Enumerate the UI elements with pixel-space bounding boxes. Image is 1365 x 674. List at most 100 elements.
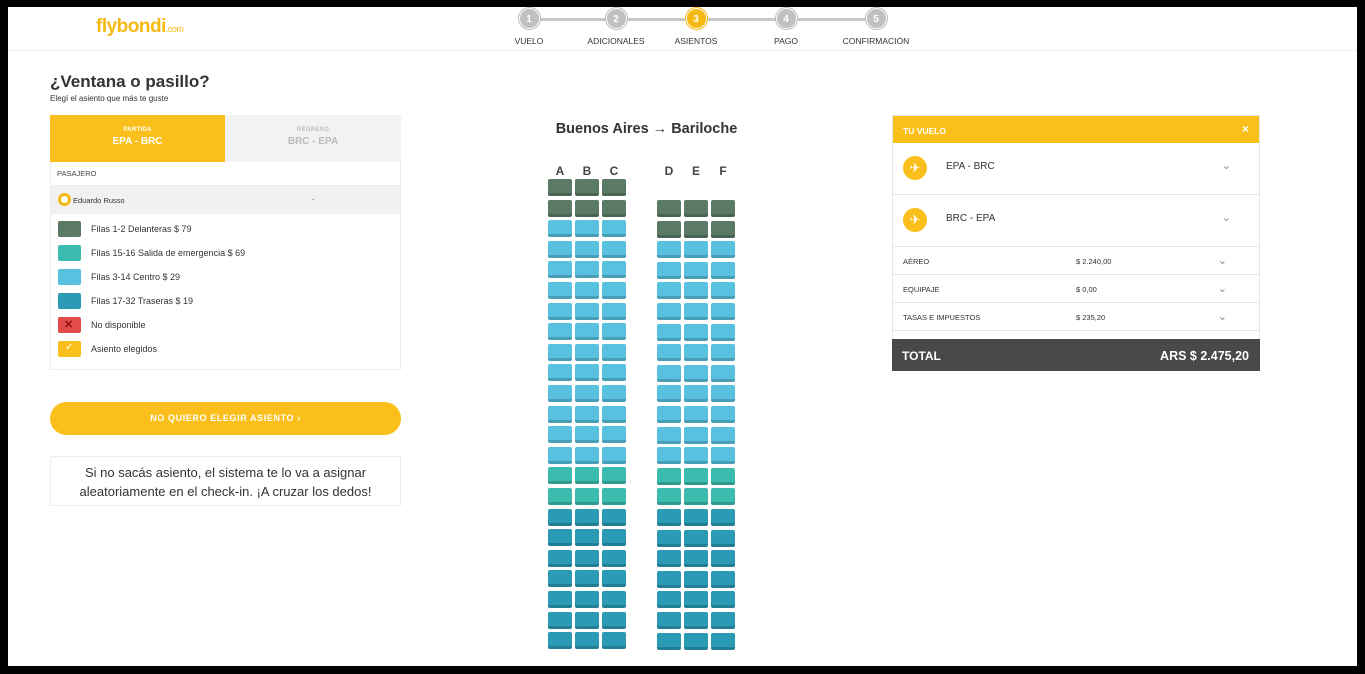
flight-leg[interactable]: ✈ EPA - BRC ⌄	[893, 143, 1259, 195]
seat-center[interactable]	[657, 282, 681, 300]
seat-rear[interactable]	[548, 549, 572, 567]
seat-center[interactable]	[548, 446, 572, 464]
seat-center[interactable]	[657, 303, 681, 320]
seat-center[interactable]	[711, 406, 735, 423]
seat-center[interactable]	[711, 344, 735, 362]
seat-rear[interactable]	[657, 550, 681, 568]
seat-center[interactable]	[575, 405, 599, 423]
seat-center[interactable]	[575, 446, 599, 464]
seat-exit[interactable]	[684, 467, 708, 485]
passenger-radio[interactable]	[58, 193, 71, 206]
seat-center[interactable]	[575, 282, 599, 299]
seat-center[interactable]	[548, 385, 572, 402]
seat-front[interactable]	[602, 199, 626, 217]
seat-center[interactable]	[575, 261, 599, 279]
seat-center[interactable]	[657, 344, 681, 362]
seat-center[interactable]	[548, 426, 572, 444]
seat-center[interactable]	[684, 261, 708, 279]
seat-rear[interactable]	[575, 508, 599, 526]
seat-center[interactable]	[602, 405, 626, 423]
seat-rear[interactable]	[575, 632, 599, 650]
seat-rear[interactable]	[602, 549, 626, 567]
seat-rear[interactable]	[548, 570, 572, 588]
seat-center[interactable]	[657, 323, 681, 341]
cost-row[interactable]: AÉREO $ 2.240,00 ⌄	[893, 247, 1259, 275]
seat-rear[interactable]	[602, 570, 626, 588]
seat-center[interactable]	[548, 282, 572, 299]
seat-center[interactable]	[548, 364, 572, 382]
seat-center[interactable]	[711, 303, 735, 320]
seat-rear[interactable]	[711, 632, 735, 650]
step-2[interactable]: 2 ADICIONALES	[576, 8, 656, 46]
seat-exit[interactable]	[602, 488, 626, 505]
seat-center[interactable]	[575, 426, 599, 444]
seat-center[interactable]	[548, 240, 572, 258]
seat-front[interactable]	[602, 179, 626, 196]
seat-exit[interactable]	[575, 488, 599, 505]
seat-center[interactable]	[657, 447, 681, 465]
chevron-down-icon[interactable]: ⌄	[1218, 310, 1227, 323]
close-icon[interactable]: ×	[1242, 122, 1249, 136]
seat-center[interactable]	[711, 447, 735, 465]
seat-rear[interactable]	[548, 508, 572, 526]
chevron-down-icon[interactable]: ⌄	[1222, 211, 1231, 224]
seat-rear[interactable]	[684, 612, 708, 629]
seat-center[interactable]	[575, 385, 599, 402]
seat-rear[interactable]	[657, 632, 681, 650]
seat-rear[interactable]	[575, 591, 599, 608]
seat-exit[interactable]	[711, 488, 735, 506]
seat-exit[interactable]	[684, 488, 708, 506]
seat-exit[interactable]	[548, 467, 572, 485]
seat-center[interactable]	[684, 426, 708, 444]
no-seat-button[interactable]: NO QUIERO ELEGIR ASIENTO ›	[50, 402, 401, 435]
seat-center[interactable]	[602, 385, 626, 402]
seat-rear[interactable]	[575, 611, 599, 629]
seat-rear[interactable]	[711, 612, 735, 629]
seat-rear[interactable]	[684, 509, 708, 526]
chevron-down-icon[interactable]: ⌄	[1222, 159, 1231, 172]
seat-center[interactable]	[602, 343, 626, 361]
seat-center[interactable]	[657, 385, 681, 403]
seat-center[interactable]	[711, 323, 735, 341]
seat-exit[interactable]	[657, 467, 681, 485]
seat-front[interactable]	[711, 200, 735, 217]
seat-center[interactable]	[548, 343, 572, 361]
seat-rear[interactable]	[548, 611, 572, 629]
seat-rear[interactable]	[548, 529, 572, 547]
seat-center[interactable]	[684, 241, 708, 259]
seat-rear[interactable]	[657, 591, 681, 609]
seat-center[interactable]	[711, 385, 735, 403]
seat-rear[interactable]	[684, 591, 708, 609]
seat-rear[interactable]	[684, 632, 708, 650]
seat-center[interactable]	[602, 302, 626, 320]
seat-center[interactable]	[602, 446, 626, 464]
seat-center[interactable]	[602, 323, 626, 341]
seat-exit[interactable]	[548, 488, 572, 505]
seat-rear[interactable]	[657, 529, 681, 547]
seat-rear[interactable]	[684, 570, 708, 588]
seat-rear[interactable]	[711, 509, 735, 526]
seat-center[interactable]	[711, 426, 735, 444]
seat-center[interactable]	[657, 241, 681, 259]
seat-center[interactable]	[657, 364, 681, 382]
seat-center[interactable]	[711, 241, 735, 259]
seat-center[interactable]	[657, 426, 681, 444]
seat-center[interactable]	[575, 240, 599, 258]
seat-rear[interactable]	[602, 611, 626, 629]
seat-front[interactable]	[657, 220, 681, 238]
seat-center[interactable]	[711, 261, 735, 279]
seat-rear[interactable]	[602, 529, 626, 547]
seat-rear[interactable]	[575, 570, 599, 588]
seat-exit[interactable]	[575, 467, 599, 485]
seat-rear[interactable]	[657, 612, 681, 629]
seat-center[interactable]	[657, 261, 681, 279]
seat-center[interactable]	[602, 426, 626, 444]
seat-center[interactable]	[575, 302, 599, 320]
step-4[interactable]: 4 PAGO	[746, 8, 826, 46]
seat-rear[interactable]	[575, 529, 599, 547]
seat-center[interactable]	[548, 405, 572, 423]
seat-center[interactable]	[684, 447, 708, 465]
seat-center[interactable]	[684, 364, 708, 382]
seat-rear[interactable]	[711, 591, 735, 609]
seat-center[interactable]	[711, 282, 735, 300]
